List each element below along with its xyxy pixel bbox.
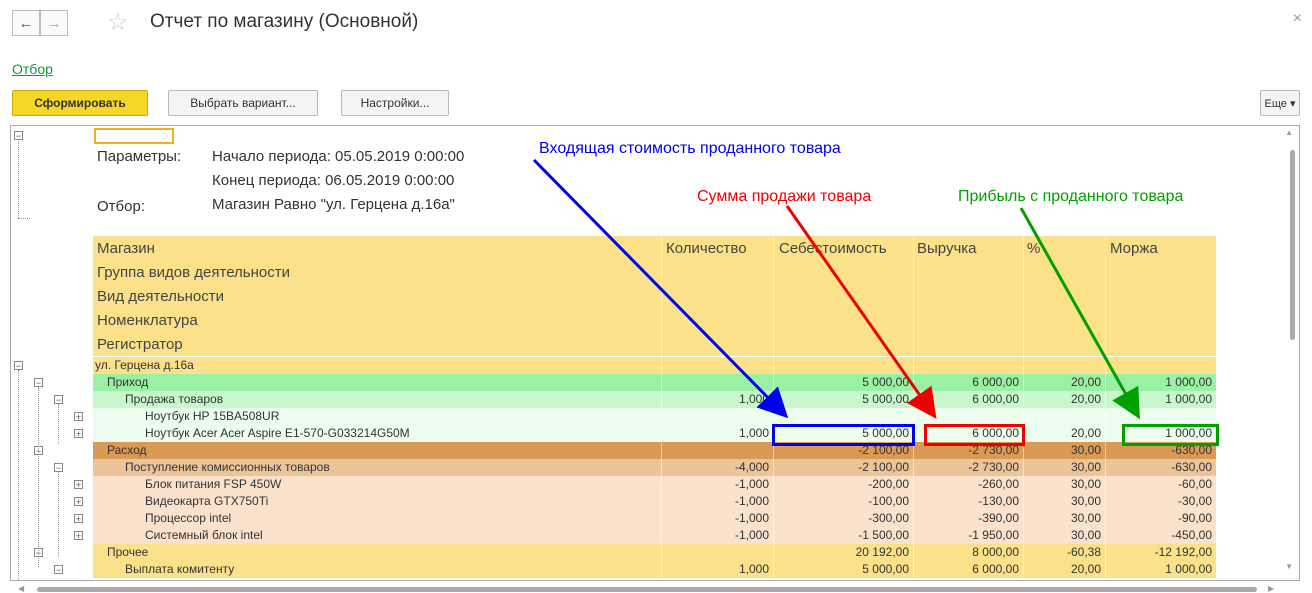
annotation-arrows — [532, 158, 1140, 420]
star-icon[interactable]: ☆ — [107, 8, 129, 37]
arrow-left-icon: ← — [18, 14, 34, 32]
forward-button[interactable]: → — [40, 10, 68, 36]
page-title: Отчет по магазину (Основной) — [150, 11, 419, 32]
vertical-scrollbar[interactable] — [1290, 150, 1295, 340]
choose-variant-button[interactable]: Выбрать вариант... — [168, 90, 318, 116]
close-icon[interactable]: × — [1293, 10, 1302, 28]
arrow-profit — [1019, 207, 1140, 420]
arrow-right-icon: → — [46, 14, 62, 32]
more-button[interactable]: Еще ▾ — [1260, 90, 1300, 116]
scroll-down-icon[interactable]: ▼ — [1285, 562, 1293, 571]
arrow-cost — [532, 158, 789, 419]
scroll-up-icon[interactable]: ▲ — [1285, 128, 1293, 137]
scroll-right-icon[interactable]: ▶ — [1268, 584, 1274, 593]
report-area[interactable]: − Параметры: Начало периода: 05.05.2019 … — [10, 125, 1300, 581]
generate-button[interactable]: Сформировать — [12, 90, 148, 116]
settings-button[interactable]: Настройки... — [341, 90, 449, 116]
arrow-sales — [785, 205, 937, 419]
filter-link[interactable]: Отбор — [12, 61, 53, 77]
scroll-left-icon[interactable]: ◀ — [18, 584, 24, 593]
back-button[interactable]: ← — [12, 10, 40, 36]
horizontal-scrollbar[interactable] — [37, 587, 1257, 592]
